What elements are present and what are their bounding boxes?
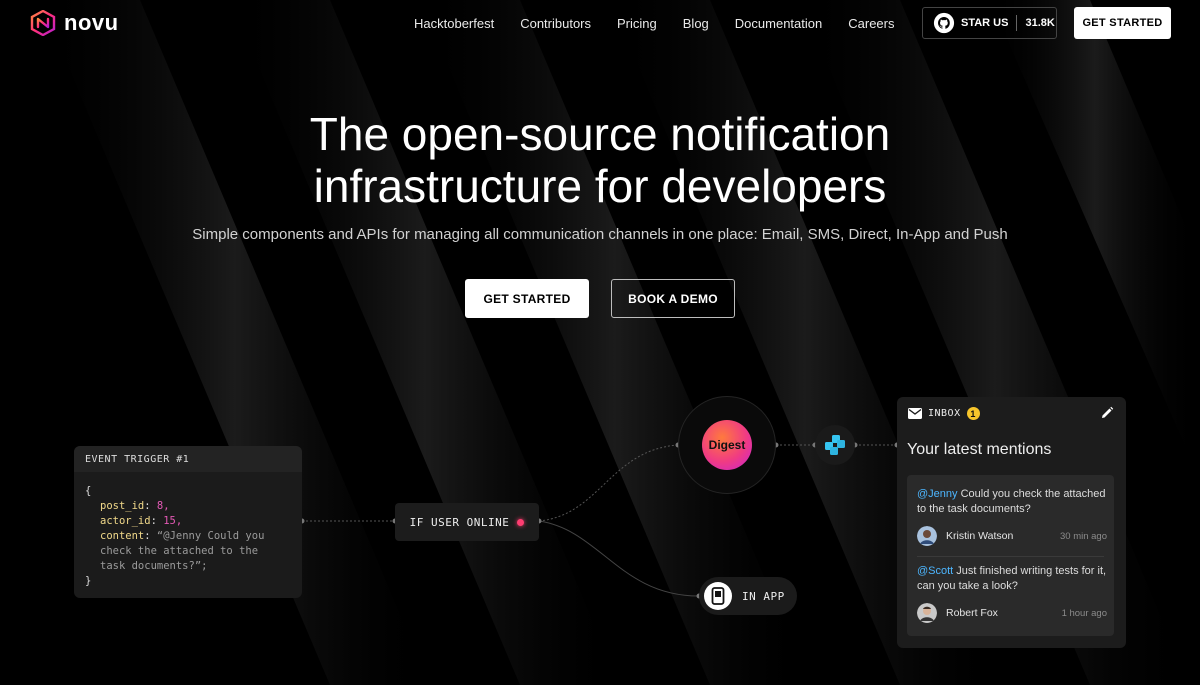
avatar bbox=[917, 603, 937, 623]
divider bbox=[917, 556, 1104, 557]
mention-handle[interactable]: @Jenny bbox=[917, 488, 958, 500]
code-value: 8, bbox=[156, 500, 170, 512]
mention-handle[interactable]: @Scott bbox=[917, 565, 953, 577]
inbox-header: INBOX 1 bbox=[908, 407, 980, 420]
mention-time: 1 hour ago bbox=[1061, 607, 1107, 619]
inbox-widget: INBOX 1 Your latest mentions @Jenny Coul… bbox=[897, 397, 1126, 648]
status-dot-icon bbox=[517, 518, 525, 526]
unread-badge: 1 bbox=[966, 407, 980, 420]
code-line: content: “@Jenny Could you bbox=[100, 530, 265, 542]
in-app-label: IN APP bbox=[742, 589, 785, 603]
code-line: check the attached to the bbox=[100, 545, 259, 557]
condition-label: IF USER ONLINE bbox=[409, 515, 510, 529]
event-payload-code: { post_id: 8, actor_id: 15, content: “@J… bbox=[74, 472, 302, 589]
mobile-device-icon bbox=[704, 582, 732, 610]
avatar bbox=[917, 526, 937, 546]
code-key: content bbox=[100, 530, 145, 542]
condition-node: IF USER ONLINE bbox=[395, 503, 539, 541]
code-line: post_id: 8, bbox=[100, 500, 170, 512]
mention-author: Robert Fox bbox=[946, 607, 998, 619]
code-value: 15, bbox=[163, 515, 183, 527]
mention-meta: Robert Fox 1 hour ago bbox=[917, 603, 1107, 623]
code-key: actor_id bbox=[100, 515, 151, 527]
code-line: task documents?”; bbox=[100, 560, 208, 572]
edit-icon[interactable] bbox=[1100, 406, 1114, 420]
event-trigger-title: EVENT TRIGGER #1 bbox=[74, 446, 302, 472]
digest-label: Digest bbox=[702, 420, 752, 470]
list-item[interactable]: @Jenny Could you check the attached to t… bbox=[917, 487, 1107, 546]
digest-node: Digest bbox=[678, 396, 776, 494]
mentions-list: @Jenny Could you check the attached to t… bbox=[907, 475, 1114, 636]
inbox-label: INBOX bbox=[928, 408, 961, 419]
code-line: { bbox=[85, 485, 92, 497]
mail-icon bbox=[908, 408, 922, 419]
code-key: post_id bbox=[100, 500, 145, 512]
code-line: actor_id: 15, bbox=[100, 515, 183, 527]
mention-text: @Scott Just finished writing tests for i… bbox=[917, 564, 1107, 594]
code-value: “@Jenny Could you bbox=[156, 530, 265, 542]
inbox-title: Your latest mentions bbox=[907, 441, 1052, 458]
mention-meta: Kristin Watson 30 min ago bbox=[917, 526, 1107, 546]
in-app-channel-node: IN APP bbox=[699, 577, 797, 615]
slack-icon bbox=[825, 435, 845, 455]
mention-text: @Jenny Could you check the attached to t… bbox=[917, 487, 1107, 517]
mention-author: Kristin Watson bbox=[946, 530, 1014, 542]
list-item[interactable]: @Scott Just finished writing tests for i… bbox=[917, 564, 1107, 623]
event-trigger-card: EVENT TRIGGER #1 { post_id: 8, actor_id:… bbox=[74, 446, 302, 598]
slack-channel-node bbox=[815, 425, 855, 465]
mention-time: 30 min ago bbox=[1059, 530, 1107, 542]
code-line: } bbox=[85, 575, 92, 587]
